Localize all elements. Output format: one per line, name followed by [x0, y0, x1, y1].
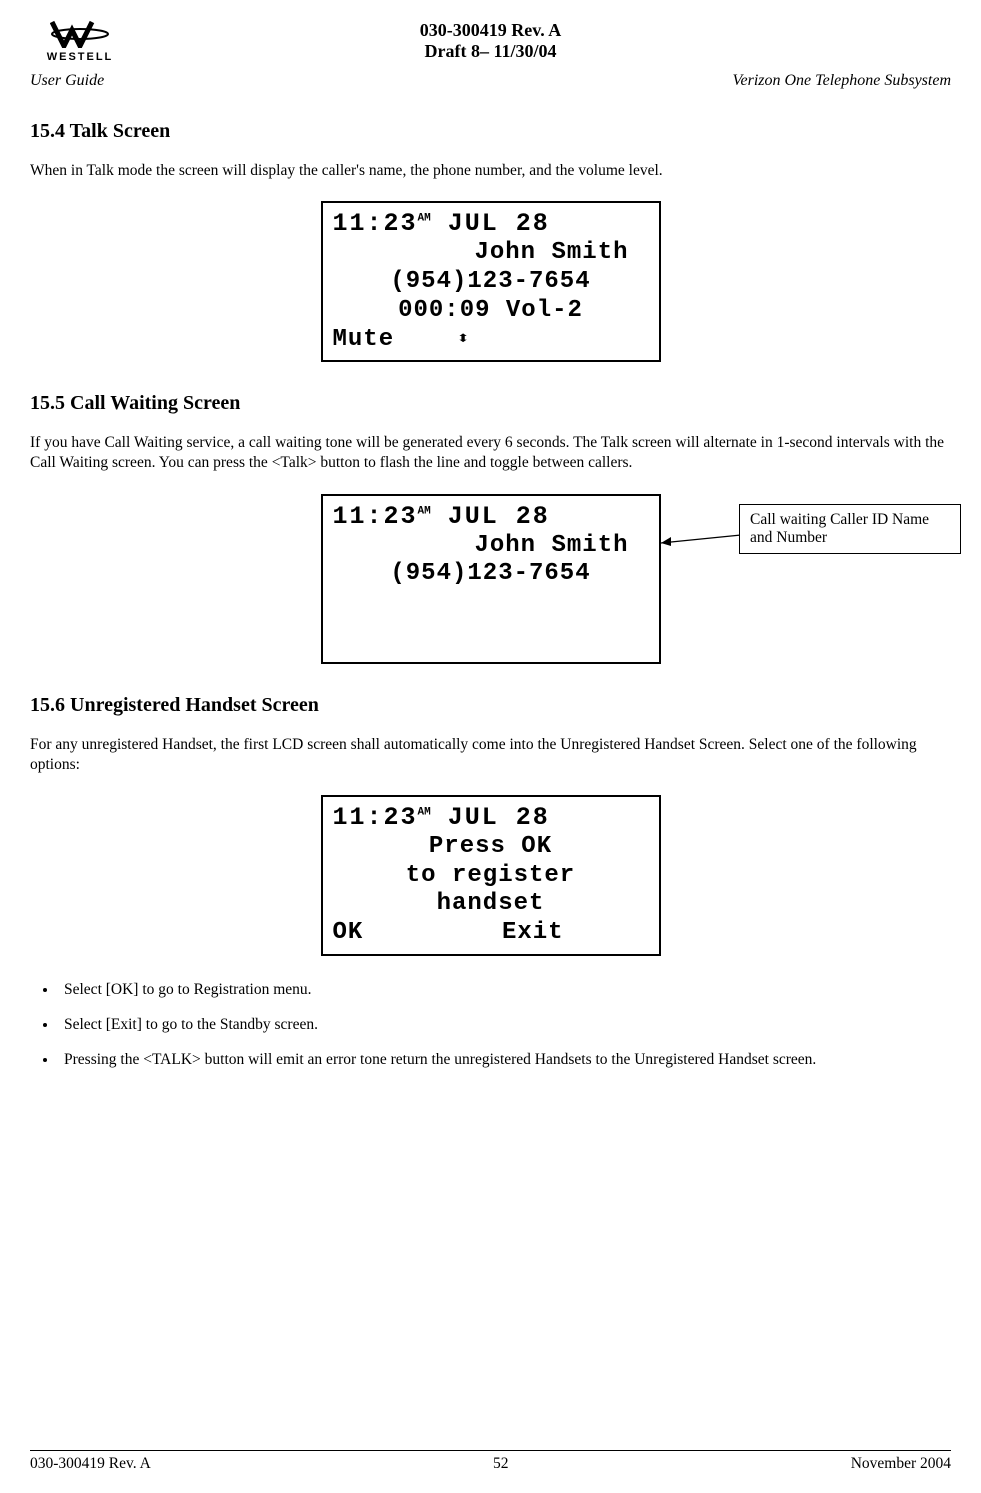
up-down-icon: ⬍ — [456, 330, 471, 350]
lcd1-date: JUL 28 — [448, 209, 550, 238]
lcd2-with-callout: 11:23AM JUL 28 John Smith (954)123-7654 … — [30, 494, 951, 664]
lcd3-softkey-left: OK — [333, 919, 364, 946]
footer-right: November 2004 — [851, 1455, 951, 1473]
page-footer-wrap: 030-300419 Rev. A 52 November 2004 — [30, 1410, 951, 1473]
lcd3-line3: to register — [333, 862, 649, 891]
footer-left: 030-300419 Rev. A — [30, 1455, 151, 1473]
lcd-talk-screen: 11:23AM JUL 28 John Smith (954)123-7654 … — [321, 201, 661, 362]
doc-id: 030-300419 Rev. A — [30, 20, 951, 41]
page: WESTELL 030-300419 Rev. A Draft 8– 11/30… — [0, 0, 981, 1493]
lcd3-time: 11:23 — [333, 803, 418, 832]
lcd2-time: 11:23 — [333, 502, 418, 531]
lcd3-line2: Press OK — [333, 833, 649, 862]
lcd2-ampm: AM — [418, 505, 431, 517]
lcd2-name: John Smith — [333, 532, 649, 561]
lcd1-timedate: 11:23AM JUL 28 — [333, 209, 649, 239]
lcd1-phone: (954)123-7654 — [333, 268, 649, 297]
lcd3-line4: handset — [333, 890, 649, 919]
heading-15-5: 15.5 Call Waiting Screen — [30, 392, 951, 415]
lcd1-name: John Smith — [333, 239, 649, 268]
lcd2-phone: (954)123-7654 — [333, 560, 649, 589]
callout-box: Call waiting Caller ID Name and Number — [739, 504, 961, 554]
footer-rule — [30, 1450, 951, 1451]
lcd-call-waiting-screen: 11:23AM JUL 28 John Smith (954)123-7654 — [321, 494, 661, 664]
page-header: WESTELL 030-300419 Rev. A Draft 8– 11/30… — [30, 20, 951, 90]
lcd1-softkey-left: Mute — [333, 326, 395, 353]
lcd3-softkey-right: Exit — [502, 919, 564, 946]
list-item: Select [OK] to go to Registration menu. — [58, 980, 951, 1001]
page-footer: 030-300419 Rev. A 52 November 2004 — [30, 1455, 951, 1473]
body-15-4: When in Talk mode the screen will displa… — [30, 161, 951, 181]
lcd3-timedate: 11:23AM JUL 28 — [333, 803, 649, 833]
option-list: Select [OK] to go to Registration menu. … — [30, 980, 951, 1071]
lcd3-softkeys: OK Exit — [333, 919, 649, 948]
lcd3-ampm: AM — [418, 807, 431, 819]
lcd2-timedate: 11:23AM JUL 28 — [333, 502, 649, 532]
header-subrow: User Guide Verizon One Telephone Subsyst… — [30, 72, 951, 90]
brand-logo: WESTELL — [30, 20, 130, 63]
draft-line: Draft 8– 11/30/04 — [30, 41, 951, 62]
heading-15-4: 15.4 Talk Screen — [30, 120, 951, 143]
logo-mark-icon — [30, 20, 130, 51]
heading-15-6: 15.6 Unregistered Handset Screen — [30, 694, 951, 717]
footer-page-number: 52 — [493, 1455, 509, 1473]
header-left-label: User Guide — [30, 72, 104, 90]
body-15-5: If you have Call Waiting service, a call… — [30, 433, 951, 473]
doc-id-block: 030-300419 Rev. A Draft 8– 11/30/04 — [30, 20, 951, 62]
body-15-6: For any unregistered Handset, the first … — [30, 735, 951, 775]
lcd1-duration-vol: 000:09 Vol-2 — [333, 297, 649, 326]
lcd-unregistered-screen: 11:23AM JUL 28 Press OK to register hand… — [321, 795, 661, 956]
header-right-label: Verizon One Telephone Subsystem — [733, 72, 952, 90]
lcd2-date: JUL 28 — [448, 502, 550, 531]
list-item: Select [Exit] to go to the Standby scree… — [58, 1015, 951, 1036]
list-item: Pressing the <TALK> button will emit an … — [58, 1050, 951, 1071]
lcd3-date: JUL 28 — [448, 803, 550, 832]
lcd1-time: 11:23 — [333, 209, 418, 238]
brand-name: WESTELL — [30, 51, 130, 63]
lcd1-softkeys: Mute ⬍ — [333, 326, 649, 355]
lcd1-ampm: AM — [418, 213, 431, 225]
